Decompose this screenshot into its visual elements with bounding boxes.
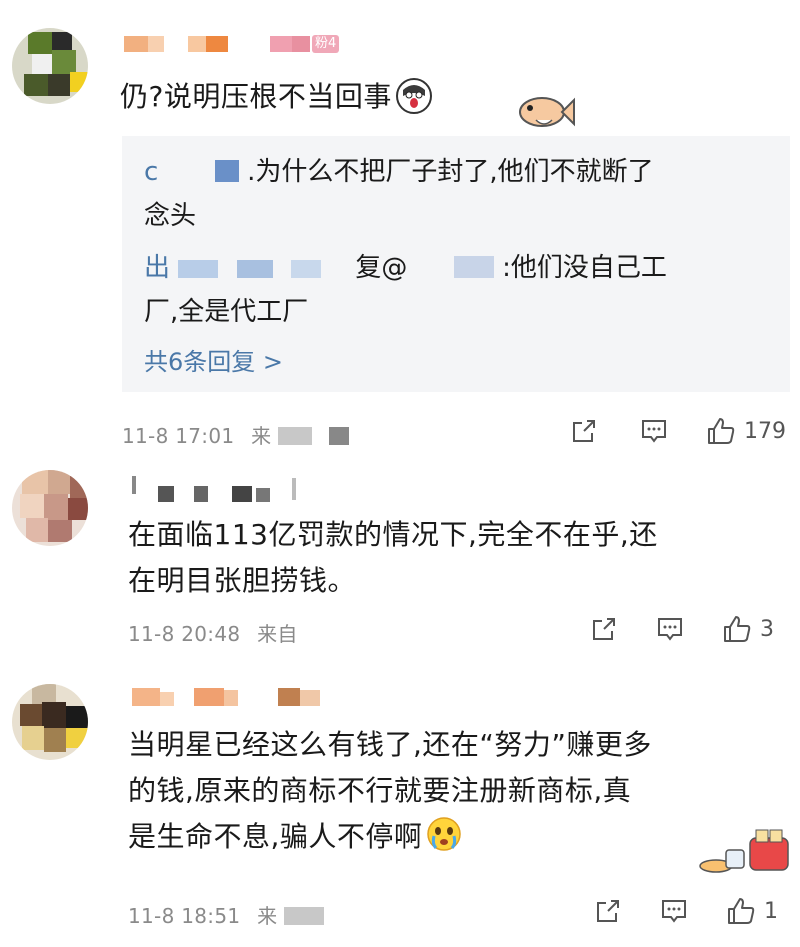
share-icon — [593, 618, 615, 640]
comment-3: 当明星已经这么有钱了,还在“努力”赚更多 的钱,原来的商标不行就要注册新商标,真… — [0, 660, 800, 947]
comment-1: 粉4 仍?说明压根不当回事 c .为什么不把厂子封了,他们不就断了 念头 出 复… — [0, 0, 800, 460]
like-button[interactable]: 179 — [706, 416, 786, 446]
comment-meta: 11-8 18:51 来 — [128, 900, 325, 929]
like-count: 3 — [760, 616, 774, 642]
reply-1[interactable]: c .为什么不把厂子封了,他们不就断了 — [144, 150, 784, 194]
comment-meta: 11-8 17:01 来 — [122, 420, 349, 449]
username-obscured[interactable]: 粉4 — [120, 34, 360, 56]
timestamp: 11-8 18:51 — [128, 904, 241, 928]
reply-thread[interactable]: c .为什么不把厂子封了,他们不就断了 念头 出 复@ :他们没自己工 厂,全是… — [122, 136, 790, 392]
thumbs-up-icon — [708, 418, 735, 444]
comment-text: 当明星已经这么有钱了,还在“努力”赚更多 的钱,原来的商标不行就要注册新商标,真… — [128, 728, 652, 853]
shock-face-icon — [395, 78, 432, 114]
view-all-replies-link[interactable]: 共6条回复 > — [144, 342, 283, 377]
share-icon — [573, 420, 595, 442]
reply-1-cont[interactable]: 念头 — [144, 194, 196, 238]
share-button[interactable] — [594, 896, 622, 926]
reply-button[interactable] — [656, 614, 684, 644]
comment-text: 仍?说明压根不当回事 — [120, 74, 580, 120]
thumbs-up-icon — [728, 898, 755, 924]
fan-badge: 粉4 — [312, 35, 340, 53]
breakfast-sticker-icon — [696, 828, 792, 874]
fish-sticker-icon — [516, 90, 576, 134]
comment-icon — [662, 900, 686, 923]
share-icon — [597, 900, 619, 922]
source-label: 来 — [257, 904, 278, 928]
reply-2-cont[interactable]: 厂,全是代工厂 — [144, 290, 308, 334]
source-label: 来 — [251, 424, 272, 448]
comment-icon — [658, 618, 682, 641]
thumbs-up-icon — [724, 616, 751, 642]
comment-text: 在面临113亿罚款的情况下,完全不在乎,还 在明目张胆捞钱。 — [128, 518, 658, 597]
share-button[interactable] — [590, 614, 618, 644]
reply-button[interactable] — [660, 896, 688, 926]
avatar[interactable] — [12, 28, 88, 104]
like-count: 179 — [744, 418, 786, 444]
timestamp: 11-8 17:01 — [122, 424, 235, 448]
username-obscured[interactable] — [128, 476, 328, 502]
like-count: 1 — [764, 898, 778, 924]
like-button[interactable]: 1 — [726, 896, 778, 926]
avatar[interactable] — [12, 684, 88, 760]
comment-meta: 11-8 20:48 来自 — [128, 618, 298, 647]
share-button[interactable] — [570, 416, 598, 446]
avatar[interactable] — [12, 470, 88, 546]
crying-face-icon — [426, 816, 462, 852]
comment-icon — [642, 420, 666, 443]
username-obscured[interactable] — [128, 686, 348, 708]
source-label: 来自 — [257, 622, 298, 646]
reply-button[interactable] — [640, 416, 668, 446]
timestamp: 11-8 20:48 — [128, 622, 241, 646]
comment-2: 在面临113亿罚款的情况下,完全不在乎,还 在明目张胆捞钱。 11-8 20:4… — [0, 460, 800, 660]
reply-2[interactable]: 出 复@ :他们没自己工 — [144, 246, 784, 290]
like-button[interactable]: 3 — [722, 614, 774, 644]
